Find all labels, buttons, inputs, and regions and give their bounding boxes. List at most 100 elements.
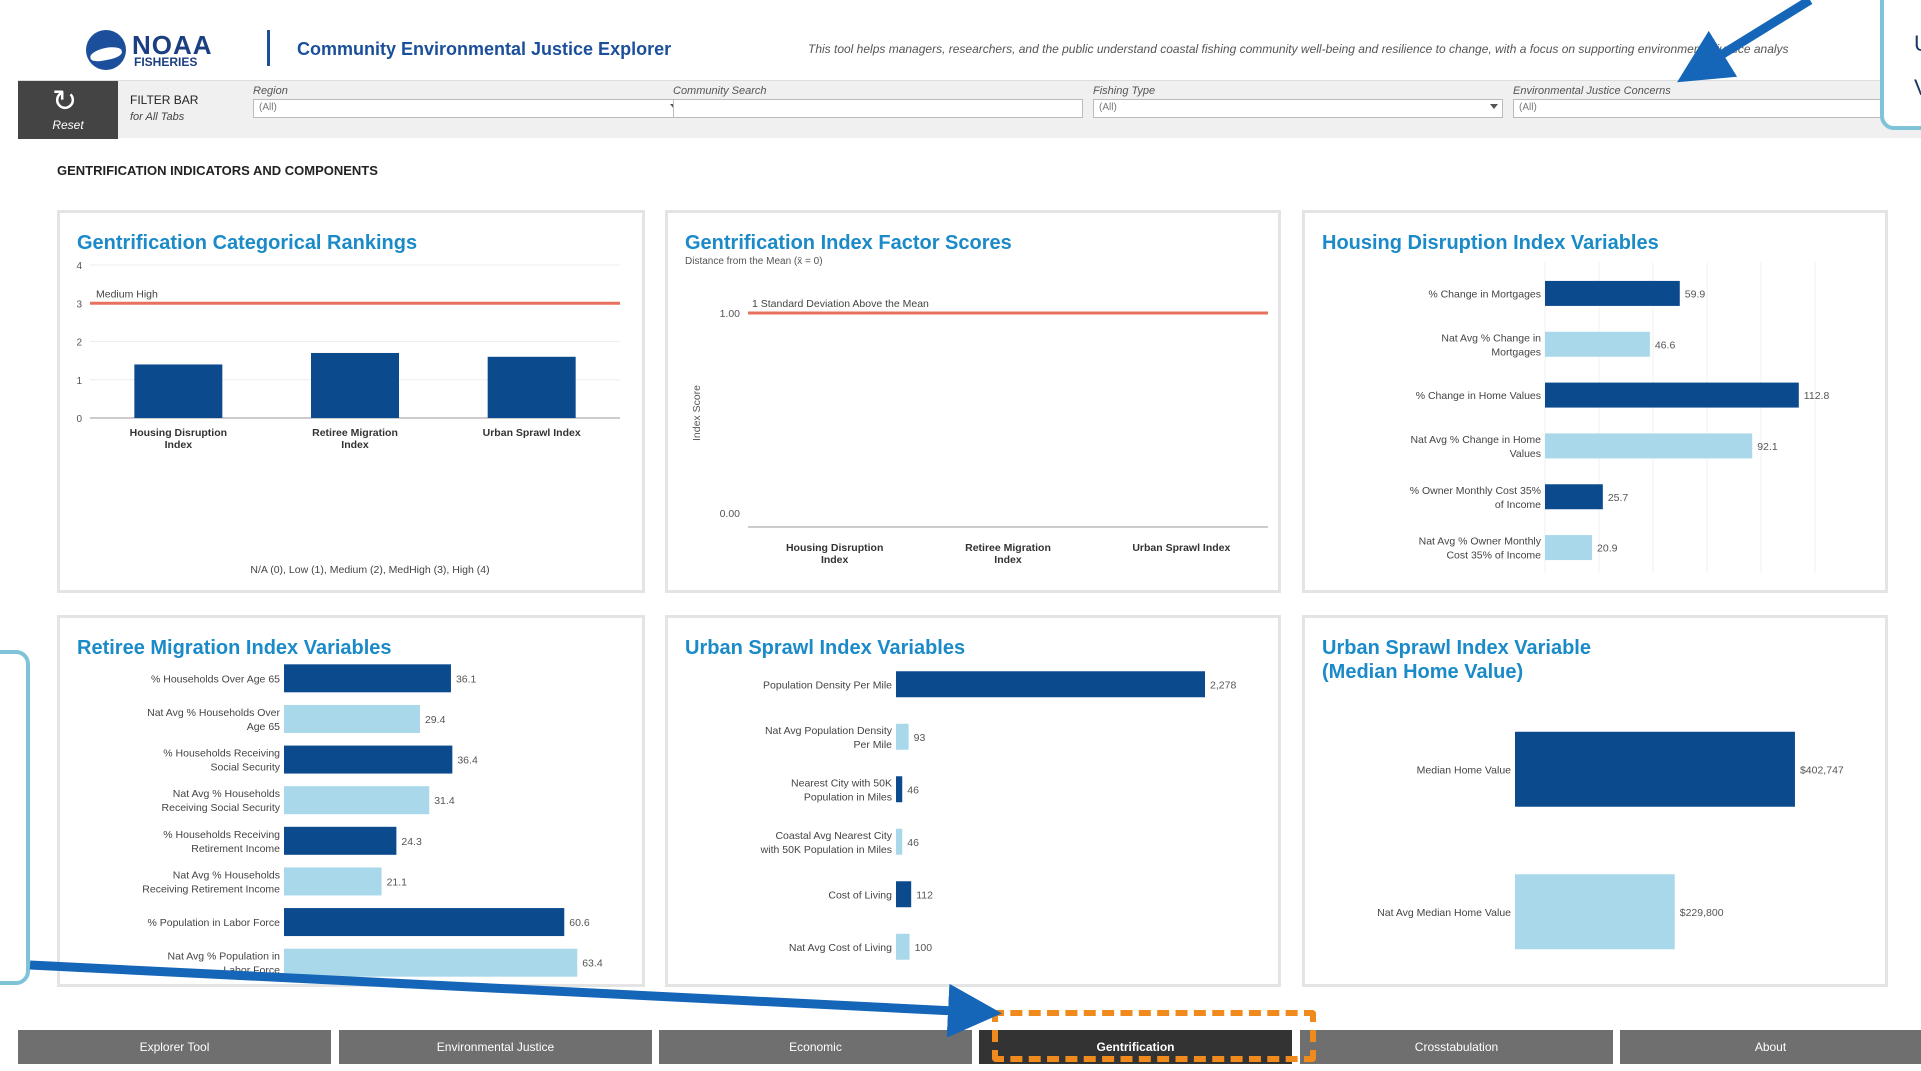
header-divider xyxy=(267,30,270,66)
bar xyxy=(284,867,382,896)
data-label: 29.4 xyxy=(425,714,446,726)
community-search-filter: Community Search xyxy=(673,85,1083,118)
data-label: 112.8 xyxy=(1804,390,1830,402)
ej-concerns-select[interactable]: (All) xyxy=(1513,99,1921,118)
x-tick-label: Retiree Migration xyxy=(312,427,398,439)
bar xyxy=(896,881,912,908)
category-label: of Income xyxy=(1495,499,1541,511)
bar xyxy=(1515,731,1795,807)
tab-explorer-tool[interactable]: Explorer Tool xyxy=(18,1030,331,1064)
bar xyxy=(896,933,910,960)
community-search-label: Community Search xyxy=(673,85,767,97)
data-label: 46.6 xyxy=(1655,339,1676,351)
data-label: 60.6 xyxy=(569,917,590,929)
reset-icon: ↻ xyxy=(52,85,78,118)
category-label: Nat Avg % Households Over xyxy=(147,707,280,719)
rankings-panel: Gentrification Categorical Rankings 0123… xyxy=(57,210,645,593)
bar xyxy=(284,664,451,693)
region-select[interactable]: (All) xyxy=(253,99,683,118)
retiree-chart: 36.1 % Households Over Age 65 29.4 Nat Avg … xyxy=(142,664,603,977)
category-label: Receiving Retirement Income xyxy=(142,883,280,895)
bar xyxy=(896,723,909,750)
category-label: Nat Avg Median Home Value xyxy=(1377,907,1511,919)
filter-bar: ↻ Reset FILTER BAR for All Tabs Region (… xyxy=(18,80,1921,139)
category-label: Receiving Social Security xyxy=(162,802,281,814)
app-description: This tool helps managers, researchers, a… xyxy=(808,42,1789,56)
data-label: 100 xyxy=(915,942,933,954)
data-label: 92.1 xyxy=(1757,441,1778,453)
tab-crosstabulation[interactable]: Crosstabulation xyxy=(1300,1030,1613,1064)
data-label: 46 xyxy=(907,837,919,849)
tab-about[interactable]: About xyxy=(1620,1030,1921,1064)
x-tick-label: Urban Sprawl Index xyxy=(1132,542,1230,554)
x-tick-label: Urban Sprawl Index xyxy=(483,427,581,439)
bar xyxy=(896,828,903,855)
y-tick-label: 2 xyxy=(76,338,82,349)
section-title: GENTRIFICATION INDICATORS AND COMPONENTS xyxy=(57,163,378,178)
tab-economic[interactable]: Economic xyxy=(659,1030,972,1064)
bar xyxy=(1545,280,1680,306)
category-label: Nat Avg Population Density xyxy=(765,725,893,737)
median-home-chart: $402,747 Median Home Value $229,800 Nat Avg… xyxy=(1377,731,1844,950)
annotation-letter-2: V xyxy=(1914,75,1921,100)
tab-environmental-justice[interactable]: Environmental Justice xyxy=(339,1030,652,1064)
filter-bar-subtitle: for All Tabs xyxy=(130,111,185,123)
factor-scores-panel: Gentrification Index Factor Scores Dista… xyxy=(665,210,1281,593)
noaa-fisheries-logo[interactable]: NOAA FISHERIES xyxy=(86,28,212,70)
y-tick-label: 1 xyxy=(76,376,82,387)
x-tick-label: Index xyxy=(994,554,1022,566)
x-tick-label: Index xyxy=(165,439,193,451)
data-label: 46 xyxy=(907,784,919,796)
category-label: with 50K Population in Miles xyxy=(760,844,892,856)
gentrification-tab-highlight xyxy=(992,1010,1316,1062)
bar xyxy=(1545,535,1593,561)
region-filter-label: Region xyxy=(253,85,288,97)
data-label: 21.1 xyxy=(387,876,408,888)
category-label: Population Density Per Mile xyxy=(763,679,892,691)
category-label: Coastal Avg Nearest City xyxy=(775,830,892,842)
reset-button[interactable]: ↻ Reset xyxy=(18,81,118,139)
category-label: Median Home Value xyxy=(1417,764,1512,776)
community-search-input[interactable] xyxy=(673,99,1083,118)
data-label: 24.3 xyxy=(401,836,422,848)
logo-sub-text: FISHERIES xyxy=(134,55,198,69)
y-tick-label: 3 xyxy=(76,299,82,310)
data-label: 2,278 xyxy=(1210,679,1236,691)
category-label: Cost 35% of Income xyxy=(1446,550,1541,562)
data-label: $229,800 xyxy=(1680,907,1724,919)
x-tick-label: Retiree Migration xyxy=(965,542,1051,554)
bar xyxy=(1515,874,1675,950)
bar xyxy=(284,948,578,977)
category-label: % Change in Home Values xyxy=(1416,390,1541,402)
sprawl-panel: Urban Sprawl Index Variables 2,278 Popula… xyxy=(665,615,1281,987)
chevron-down-icon xyxy=(1490,104,1498,109)
data-label: 36.4 xyxy=(457,755,478,767)
app-header: NOAA FISHERIES Community Environmental J… xyxy=(0,0,1921,80)
x-tick-label: Housing Disruption xyxy=(130,427,227,439)
category-label: % Change in Mortgages xyxy=(1428,288,1541,300)
region-select-value: (All) xyxy=(259,102,277,113)
category-label: % Households Over Age 65 xyxy=(151,673,280,685)
reference-label: 1 Standard Deviation Above the Mean xyxy=(752,298,929,310)
bar xyxy=(487,356,576,418)
bar xyxy=(284,786,430,815)
data-label: 93 xyxy=(914,732,926,744)
category-label: Nearest City with 50K xyxy=(791,777,892,789)
category-label: Nat Avg Cost of Living xyxy=(789,942,892,954)
fishing-type-select[interactable]: (All) xyxy=(1093,99,1503,118)
noaa-globe-icon xyxy=(86,30,126,70)
median-home-panel: Urban Sprawl Index Variable (Median Home… xyxy=(1302,615,1888,987)
data-label: 20.9 xyxy=(1597,543,1618,555)
bar xyxy=(1545,484,1603,510)
category-label: Nat Avg % Change in Home xyxy=(1410,434,1541,446)
category-label: Cost of Living xyxy=(828,889,892,901)
bar xyxy=(284,908,565,937)
annotation-callout-top-right: U V xyxy=(1880,0,1921,130)
y-axis-label: Index Score xyxy=(691,385,703,441)
region-filter: Region (All) xyxy=(253,85,683,118)
category-label: % Households Receiving xyxy=(163,748,280,760)
ej-concerns-value: (All) xyxy=(1519,102,1537,113)
data-label: 59.9 xyxy=(1685,288,1706,300)
x-tick-label: Housing Disruption xyxy=(786,542,883,554)
data-label: $402,747 xyxy=(1800,764,1844,776)
